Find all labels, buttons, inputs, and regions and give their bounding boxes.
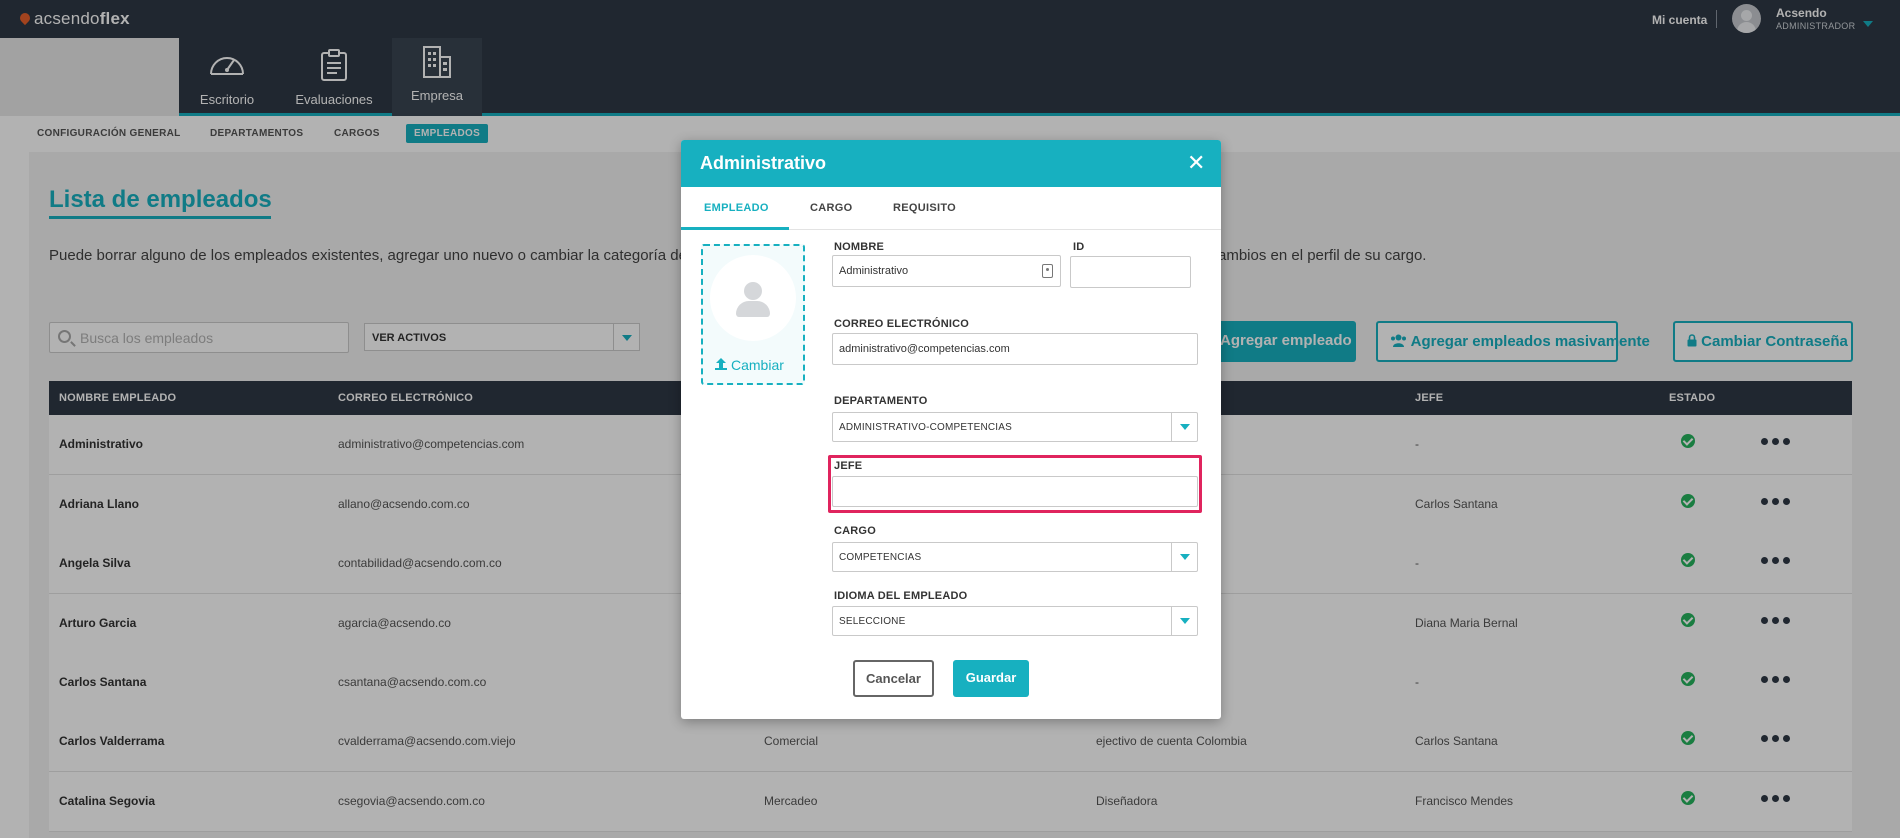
departamento-select[interactable]: ADMINISTRATIVO-COMPETENCIAS bbox=[832, 412, 1198, 442]
idioma-label: IDIOMA DEL EMPLEADO bbox=[834, 590, 968, 602]
modal-title: Administrativo bbox=[700, 153, 827, 173]
cargo-select[interactable]: COMPETENCIAS bbox=[832, 542, 1198, 572]
departamento-label: DEPARTAMENTO bbox=[834, 395, 928, 407]
email-label: CORREO ELECTRÓNICO bbox=[834, 318, 969, 330]
photo-placeholder bbox=[710, 255, 796, 341]
change-photo-button[interactable]: Cambiar bbox=[715, 357, 784, 373]
departamento-value: ADMINISTRATIVO-COMPETENCIAS bbox=[839, 422, 1013, 433]
employee-edit-modal: Administrativo ✕ EMPLEADO CARGO REQUISIT… bbox=[681, 140, 1221, 719]
tab-cargo[interactable]: CARGO bbox=[810, 202, 852, 214]
tab-empleado[interactable]: EMPLEADO bbox=[704, 202, 769, 214]
photo-upload-area[interactable]: Cambiar bbox=[701, 244, 805, 385]
idioma-value: SELECCIONE bbox=[839, 616, 906, 627]
jefe-field[interactable] bbox=[832, 476, 1198, 507]
person-head-shape bbox=[744, 282, 762, 300]
cancel-button[interactable]: Cancelar bbox=[853, 660, 934, 697]
cargo-arrow[interactable] bbox=[1171, 543, 1197, 571]
email-input[interactable] bbox=[839, 334, 1189, 364]
id-field[interactable] bbox=[1070, 256, 1191, 288]
email-field[interactable] bbox=[832, 333, 1198, 365]
change-photo-label: Cambiar bbox=[731, 357, 784, 373]
chevron-down-icon bbox=[1180, 554, 1190, 560]
id-input[interactable] bbox=[1077, 257, 1182, 287]
active-tab-indicator bbox=[681, 227, 789, 230]
jefe-input[interactable] bbox=[839, 477, 1189, 506]
idioma-select[interactable]: SELECCIONE bbox=[832, 606, 1198, 636]
modal-tabs: EMPLEADO CARGO REQUISITO bbox=[681, 187, 1221, 230]
modal-header: Administrativo ✕ bbox=[681, 140, 1221, 187]
nombre-label: NOMBRE bbox=[834, 241, 885, 253]
nombre-field[interactable] bbox=[832, 255, 1061, 287]
departamento-arrow[interactable] bbox=[1171, 413, 1197, 441]
tab-requisito[interactable]: REQUISITO bbox=[893, 202, 956, 214]
nombre-input[interactable] bbox=[839, 256, 1039, 286]
save-button[interactable]: Guardar bbox=[953, 660, 1029, 697]
id-label: ID bbox=[1073, 241, 1085, 253]
jefe-label: JEFE bbox=[834, 460, 863, 472]
cargo-label: CARGO bbox=[834, 525, 876, 537]
cargo-value: COMPETENCIAS bbox=[839, 552, 922, 563]
person-body-shape bbox=[736, 301, 770, 317]
close-icon[interactable]: ✕ bbox=[1187, 150, 1205, 176]
idioma-arrow[interactable] bbox=[1171, 607, 1197, 635]
upload-icon bbox=[715, 358, 727, 370]
contact-card-icon bbox=[1042, 264, 1053, 278]
chevron-down-icon bbox=[1180, 618, 1190, 624]
chevron-down-icon bbox=[1180, 424, 1190, 430]
